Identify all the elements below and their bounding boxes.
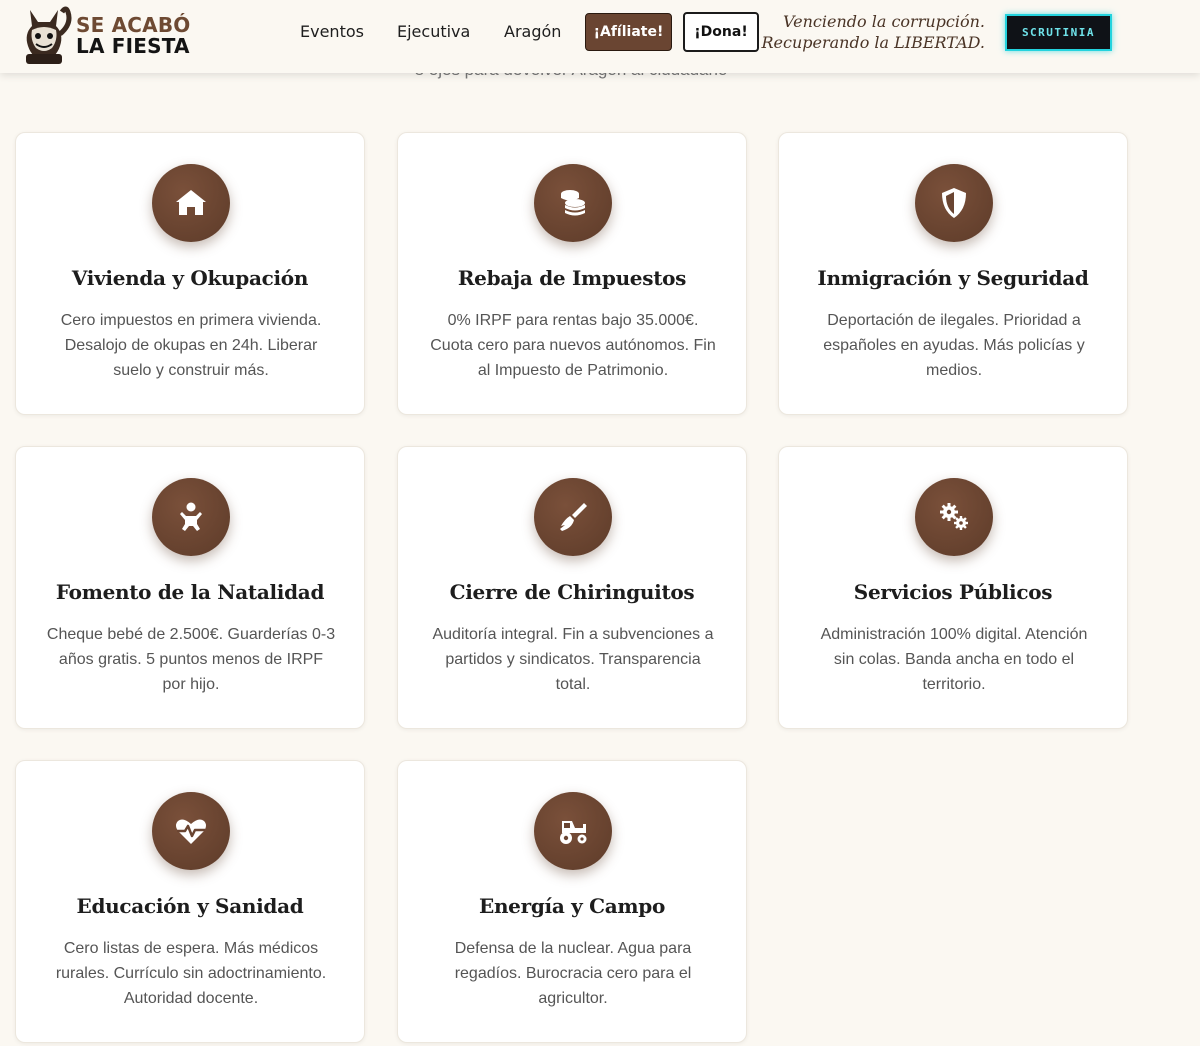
card-title: Servicios Públicos	[853, 580, 1053, 604]
house-icon	[176, 190, 206, 215]
card-title: Fomento de la Natalidad	[55, 580, 325, 604]
slogan-line1: Venciendo la corrupción.	[783, 12, 985, 31]
logo-text-line2: LA FIESTA	[76, 34, 190, 58]
card-title: Rebaja de Impuestos	[457, 266, 687, 290]
policy-card-servicios: Servicios Públicos Administración 100% d…	[778, 446, 1128, 729]
site-logo[interactable]: SE ACABÓ LA FIESTA	[16, 4, 196, 66]
card-title: Energía y Campo	[479, 894, 665, 918]
card-title: Vivienda y Okupación	[71, 266, 309, 290]
afiliate-button[interactable]: ¡Afíliate!	[585, 13, 672, 51]
card-description: 0% IRPF para rentas bajo 35.000€. Cuota …	[430, 312, 716, 379]
tractor-icon	[560, 821, 587, 844]
card-description: Cero listas de espera. Más médicos rural…	[55, 940, 327, 1007]
coins-icon	[561, 190, 585, 216]
card-description: Defensa de la nuclear. Agua para regadío…	[454, 940, 692, 1007]
nav-link-aragon[interactable]: Aragón	[504, 22, 561, 41]
policy-card-vivienda: Vivienda y Okupación Cero impuestos en p…	[15, 132, 365, 415]
gears-icon	[940, 503, 968, 530]
policy-card-inmigracion: Inmigración y Seguridad Deportación de i…	[778, 132, 1128, 415]
policy-card-impuestos: Rebaja de Impuestos 0% IRPF para rentas …	[397, 132, 747, 415]
card-description: Cheque bebé de 2.500€. Guarderías 0-3 añ…	[46, 626, 336, 693]
nav-link-ejecutiva[interactable]: Ejecutiva	[397, 22, 470, 41]
policy-card-educacion: Educación y Sanidad Cero listas de esper…	[15, 760, 365, 1043]
card-title: Cierre de Chiringuitos	[449, 580, 695, 604]
baby-icon	[180, 502, 202, 531]
logo-text-line1: SE ACABÓ	[76, 13, 191, 37]
card-title: Educación y Sanidad	[76, 894, 304, 918]
nav-link-eventos[interactable]: Eventos	[300, 22, 364, 41]
broom-icon	[560, 503, 587, 531]
heart-pulse-icon	[176, 819, 206, 844]
dona-button[interactable]: ¡Dona!	[683, 12, 759, 52]
squirrel-mascot-icon	[26, 6, 72, 64]
card-description: Cero impuestos en primera vivienda. Desa…	[60, 312, 322, 379]
policy-card-natalidad: Fomento de la Natalidad Cheque bebé de 2…	[15, 446, 365, 729]
shield-icon	[942, 188, 966, 218]
card-description: Deportación de ilegales. Prioridad a esp…	[823, 312, 1085, 379]
slogan-line2: Recuperando la LIBERTAD.	[761, 33, 985, 52]
card-description: Auditoría integral. Fin a subvenciones a…	[432, 626, 714, 693]
scrutinia-button[interactable]: SCRUTINIA	[1005, 14, 1112, 51]
card-description: Administración 100% digital. Atención si…	[820, 626, 1088, 693]
card-title: Inmigración y Seguridad	[817, 266, 1089, 290]
policy-card-chiringuitos: Cierre de Chiringuitos Auditoría integra…	[397, 446, 747, 729]
header-slogan: Venciendo la corrupción. Recuperando la …	[761, 11, 985, 53]
policy-card-energia: Energía y Campo Defensa de la nuclear. A…	[397, 760, 747, 1043]
site-header: SE ACABÓ LA FIESTA Eventos Ejecutiva Ara…	[0, 0, 1200, 73]
